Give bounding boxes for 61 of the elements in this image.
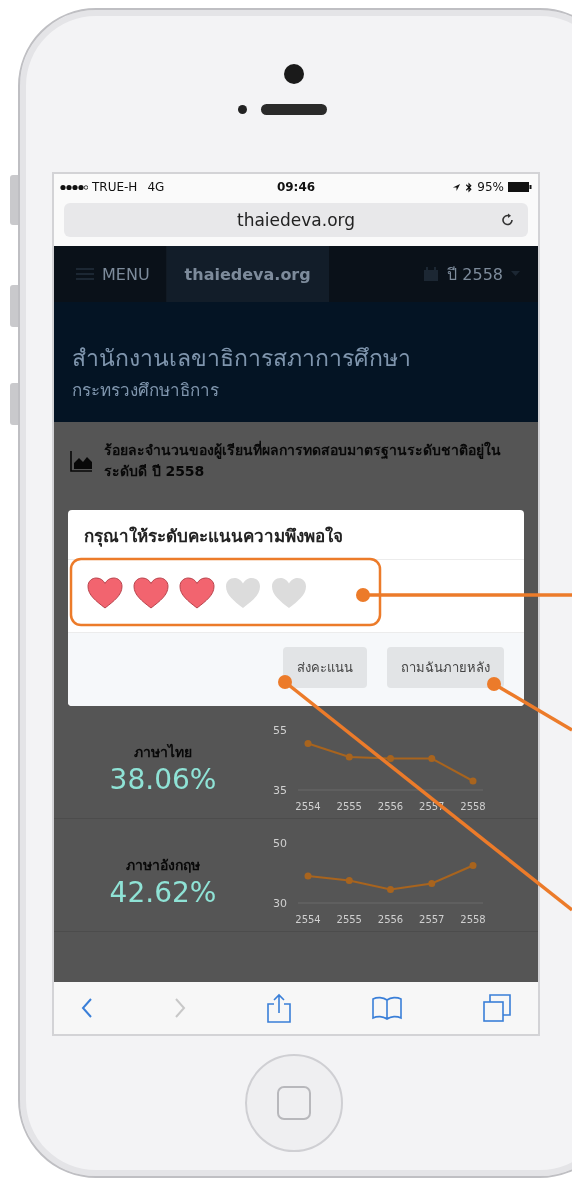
network-type: 4G [147, 180, 165, 194]
axis-tick-label: 2556 [377, 914, 404, 925]
data-point [304, 740, 312, 747]
data-point [469, 862, 477, 869]
filled-heart-icon[interactable] [132, 576, 170, 610]
axis-tick-label: 2557 [419, 914, 445, 925]
back-icon[interactable] [80, 997, 94, 1019]
axis-tick-label: 35 [273, 784, 287, 797]
share-icon[interactable] [266, 993, 292, 1023]
tabs-icon[interactable] [482, 993, 512, 1023]
submit-rating-button[interactable]: ส่งคะแนน [283, 647, 367, 688]
organization-title: สำนักงานเลขาธิการสภาการศึกษา [72, 344, 412, 373]
data-point [345, 877, 353, 884]
data-point [387, 886, 394, 893]
menu-icon [76, 267, 94, 281]
speaker-grille [260, 104, 327, 115]
data-point [304, 872, 312, 880]
organization-subtitle: กระทรวงศึกษาธิการ [72, 379, 220, 402]
sensor-icon [237, 105, 247, 114]
axis-tick-label: 50 [273, 837, 287, 850]
battery-icon [508, 182, 532, 192]
bluetooth-icon [465, 181, 474, 193]
reload-icon[interactable] [500, 212, 516, 228]
location-arrow-icon [452, 182, 462, 192]
axis-tick-label: 30 [273, 897, 287, 910]
axis-tick-label: 2556 [377, 801, 404, 812]
data-point [345, 753, 353, 761]
subject-name: ภาษาอังกฤษ [126, 855, 200, 875]
url-text: thaiedeva.org [236, 210, 356, 230]
axis-tick-label: 2555 [336, 914, 362, 925]
data-point [469, 777, 477, 785]
caret-icon [511, 271, 520, 277]
calendar-icon [423, 266, 440, 282]
signal-icon [60, 183, 88, 191]
square-icon [277, 1086, 311, 1120]
section-title: ร้อยละจำนวนของผู้เรียนที่ผลการทดสอบมาตรฐานระดับชาติอยู่ในระดับดี ปี 2558 [103, 440, 502, 481]
camera-icon [284, 64, 304, 84]
axis-tick-label: 2558 [460, 914, 486, 925]
percentage-value: 38.06% [109, 762, 217, 796]
subject-name: ภาษาไทย [134, 742, 192, 762]
data-point [387, 755, 394, 762]
filled-heart-icon[interactable] [86, 576, 124, 610]
axis-tick-label: 2554 [295, 914, 321, 925]
axis-tick-label: 55 [273, 724, 287, 737]
axis-tick-label: 2558 [460, 801, 486, 812]
carrier-name: TRUE-H [92, 180, 138, 194]
filled-heart-icon[interactable] [178, 576, 216, 610]
data-point [428, 755, 436, 762]
axis-tick-label: 2554 [295, 801, 321, 812]
battery-percent: 95% [477, 180, 504, 194]
data-point [428, 880, 436, 887]
clock-time: 09:46 [276, 180, 316, 194]
ask-later-button[interactable]: ถามฉันภายหลัง [387, 647, 504, 688]
dialog-title: กรุณาให้ระดับคะแนนความพึงพอใจ [68, 510, 524, 560]
site-name-link[interactable]: thaiedeva.org [166, 246, 329, 302]
address-bar[interactable]: thaiedeva.org [64, 203, 528, 237]
year-dropdown[interactable]: ปี 2558 [423, 261, 538, 287]
area-chart-icon [70, 450, 92, 472]
bookmarks-icon[interactable] [371, 995, 403, 1021]
percentage-value: 42.62% [109, 875, 217, 909]
axis-tick-label: 2555 [336, 801, 362, 812]
